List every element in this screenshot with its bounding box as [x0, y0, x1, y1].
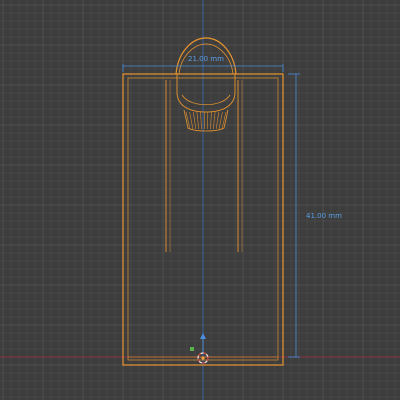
height-dimension-label: 41.00 mm: [306, 212, 342, 220]
3d-viewport[interactable]: 21.00 mm 41.00 mm: [0, 0, 400, 400]
width-dimension-label: 21.00 mm: [188, 55, 224, 63]
y-axis-marker-icon[interactable]: [190, 347, 194, 351]
viewport-canvas[interactable]: 21.00 mm 41.00 mm: [0, 0, 400, 400]
height-dimension[interactable]: [288, 73, 300, 358]
